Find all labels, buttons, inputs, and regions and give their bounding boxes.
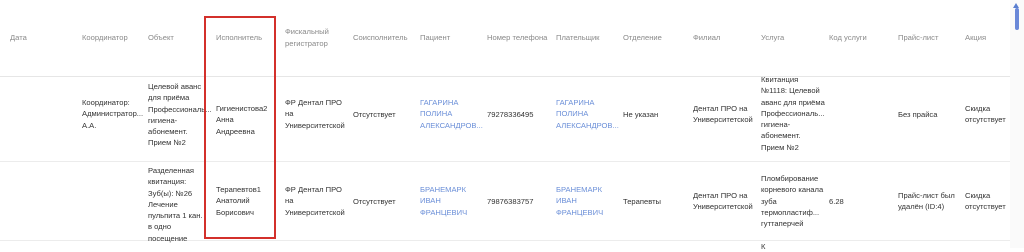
payer-link[interactable]: ГАГАРИНА ПОЛИНА АЛЕКСАНДРОВ... [556,97,620,131]
cell-branch: Дентал ПРО на Университетской [693,191,753,212]
cell-department: Не указан [623,110,659,119]
header-department[interactable]: Отделение [623,32,662,44]
cell-object: Целевой аванс для приёма Профессиональ..… [148,82,212,148]
header-date[interactable]: Дата [10,32,27,44]
header-object[interactable]: Объект [148,32,174,44]
cell-fiscal-registrar: ФР Дентал ПРО на Университетской [285,185,345,217]
executor-column-highlight [204,16,276,239]
cell-object: Разделенная квитанция: Зуб(ы): №26 Лечен… [148,166,203,243]
cell-promo: Скидка отсутствует [965,191,1006,212]
header-coexecutor[interactable]: Соисполнитель [353,32,408,44]
header-branch[interactable]: Филиал [693,32,720,44]
cell-coexecutor: Отсутствует [353,197,396,206]
cell-department: Терапевты [623,197,662,206]
header-coordinator[interactable]: Координатор [82,32,128,44]
cell-coexecutor: Отсутствует [353,110,396,119]
cell-service: Квитанция №1118: Целевой аванс для приём… [761,75,825,152]
scroll-thumb[interactable] [1015,8,1019,30]
header-service[interactable]: Услуга [761,32,784,44]
cell-phone: 79278336495 [487,110,534,119]
cell-price-list: Без прайса [898,110,938,119]
header-payer[interactable]: Плательщик [556,32,600,44]
cell-branch: Дентал ПРО на Университетской [693,104,753,125]
header-patient[interactable]: Пациент [420,32,450,44]
cell-fiscal-registrar: ФР Дентал ПРО на Университетской [285,98,345,130]
patient-link[interactable]: ГАГАРИНА ПОЛИНА АЛЕКСАНДРОВ... [420,97,484,131]
cell-coordinator: Координатор: Администратор... А.А. [82,98,144,130]
cell-service-partial: К [761,242,766,251]
header-service-code[interactable]: Код услуги [829,32,867,44]
payer-link[interactable]: БРАНЕМАРК ИВАН ФРАНЦЕВИЧ [556,184,620,218]
table-header: Дата Координатор Объект Исполнитель Фиск… [0,0,1010,77]
cell-service-code: 6.28 [829,197,844,206]
patient-link[interactable]: БРАНЕМАРК ИВАН ФРАНЦЕВИЧ [420,184,484,218]
header-promo[interactable]: Акция [965,32,986,44]
header-phone[interactable]: Номер телефона [487,32,547,44]
table-row[interactable]: Разделенная квитанция: Зуб(ы): №26 Лечен… [0,162,1010,243]
cell-phone: 79876383757 [487,197,534,206]
header-price-list[interactable]: Прайс-лист [898,32,938,44]
cell-price-list: Прайс-лист был удалён (ID:4) [898,191,955,212]
cell-promo: Скидка отсутствует [965,104,1006,125]
vertical-scrollbar[interactable] [1010,0,1024,248]
cell-service: Пломбирование корневого канала зуба терм… [761,174,824,229]
header-fiscal-registrar[interactable]: Фискальный регистратор [285,26,343,50]
table-row[interactable]: Координатор: Администратор... А.А. Целев… [0,75,1010,162]
